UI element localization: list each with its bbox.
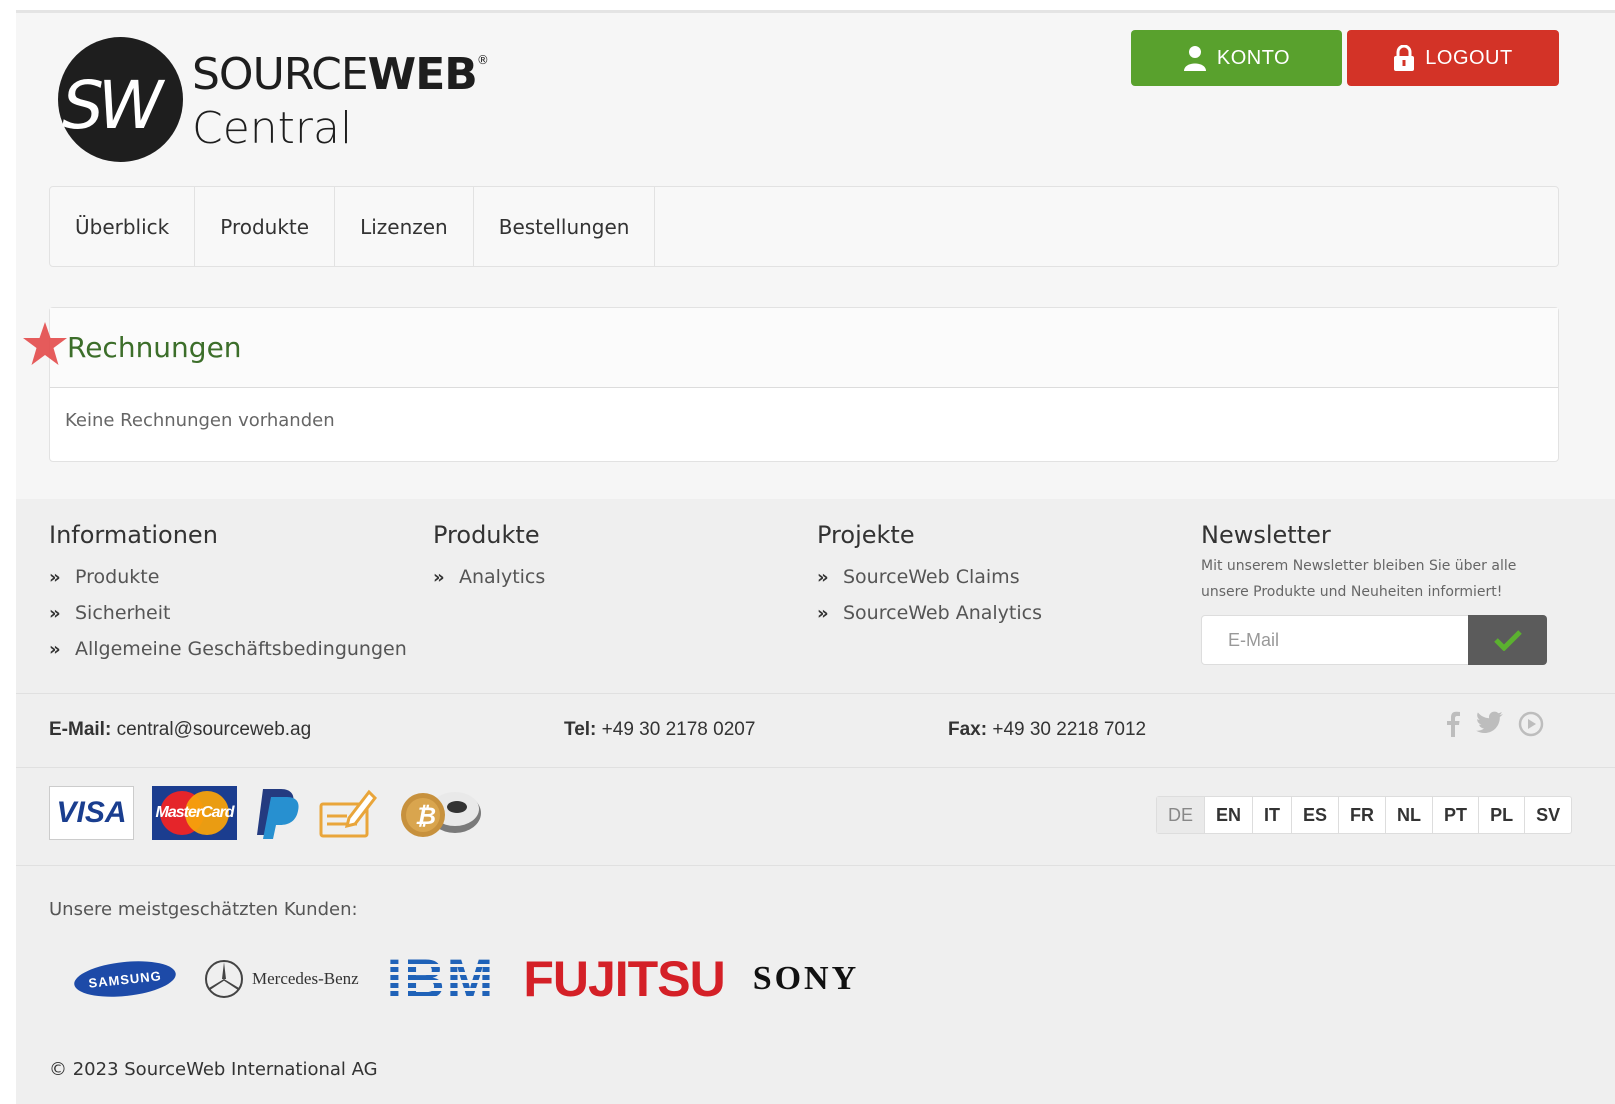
nav-item-produkte[interactable]: Produkte bbox=[195, 187, 336, 266]
sw-monogram: SW bbox=[58, 37, 183, 162]
footer-link-analytics[interactable]: » Analytics bbox=[433, 559, 545, 595]
visa-logo: VISA bbox=[49, 786, 134, 840]
footer-link-sourceweb-claims[interactable]: » SourceWeb Claims bbox=[817, 559, 1042, 595]
double-chevron-icon: » bbox=[49, 602, 61, 624]
invoices-title: Rechnungen bbox=[67, 331, 242, 364]
clients-label: Unsere meistgeschätzten Kunden: bbox=[49, 899, 358, 920]
ibm-logo: IBM bbox=[386, 947, 496, 1010]
copyright: © 2023 SourceWeb International AG bbox=[49, 1059, 378, 1080]
facebook-icon[interactable] bbox=[1446, 711, 1460, 737]
footer-heading-produkte: Produkte bbox=[433, 521, 540, 549]
footer-heading-projekte: Projekte bbox=[817, 521, 915, 549]
invoices-empty-message: Keine Rechnungen vorhanden bbox=[65, 410, 335, 431]
client-logos: SAMSUNG Mercedes-Benz IBM FUJITSU SONY bbox=[72, 939, 860, 1019]
invoices-panel: Rechnungen Keine Rechnungen vorhanden bbox=[49, 307, 1559, 462]
invoices-panel-header: Rechnungen bbox=[50, 308, 1558, 388]
footer-divider bbox=[16, 693, 1615, 694]
paypal-logo bbox=[257, 789, 299, 839]
language-switcher: DE EN IT ES FR NL PT PL SV bbox=[1156, 796, 1573, 834]
konto-button[interactable]: KONTO bbox=[1131, 30, 1342, 86]
fujitsu-logo: FUJITSU bbox=[523, 951, 725, 1007]
twitter-icon[interactable] bbox=[1474, 711, 1504, 737]
contact-email: E-Mail: central@sourceweb.ag bbox=[49, 719, 312, 740]
footer-link-sourceweb-analytics[interactable]: » SourceWeb Analytics bbox=[817, 595, 1042, 631]
nav-item-lizenzen[interactable]: Lizenzen bbox=[335, 187, 474, 266]
double-chevron-icon: » bbox=[433, 566, 445, 588]
konto-label: KONTO bbox=[1216, 46, 1291, 69]
lock-icon bbox=[1394, 45, 1415, 71]
bitcoin-icon: ₿ bbox=[401, 792, 481, 837]
mercedes-star-icon bbox=[205, 960, 243, 998]
double-chevron-icon: » bbox=[49, 638, 61, 660]
footer-link-produkte[interactable]: » Produkte bbox=[49, 559, 407, 595]
lang-nl[interactable]: NL bbox=[1386, 797, 1434, 833]
footer-link-sicherheit[interactable]: » Sicherheit bbox=[49, 595, 407, 631]
footer-col-informationen: Informationen » Produkte » Sicherheit » All… bbox=[49, 521, 407, 667]
sourceweb-logo[interactable]: SW SOURCEWEB® Central bbox=[58, 37, 489, 167]
footer-col-projekte: Projekte » SourceWeb Claims » SourceWeb An… bbox=[817, 521, 1042, 631]
social-links bbox=[1446, 711, 1544, 737]
lang-pl[interactable]: PL bbox=[1479, 797, 1526, 833]
double-chevron-icon: » bbox=[817, 566, 829, 588]
nav-item-bestellungen[interactable]: Bestellungen bbox=[474, 187, 656, 266]
newsletter-email-input[interactable]: E-Mail bbox=[1201, 615, 1469, 665]
lang-en[interactable]: EN bbox=[1205, 797, 1254, 833]
footer-divider bbox=[16, 865, 1615, 866]
main-nav: Überblick Produkte Lizenzen Bestellungen bbox=[49, 186, 1559, 267]
footer-col-newsletter: Newsletter Mit unserem Newsletter bleibe… bbox=[1201, 521, 1561, 665]
logout-label: LOGOUT bbox=[1425, 46, 1513, 69]
lang-es[interactable]: ES bbox=[1292, 797, 1340, 833]
lang-it[interactable]: IT bbox=[1253, 797, 1293, 833]
sony-logo: SONY bbox=[752, 960, 860, 997]
double-chevron-icon: » bbox=[817, 602, 829, 624]
lang-fr[interactable]: FR bbox=[1339, 797, 1387, 833]
contact-tel: Tel: +49 30 2178 0207 bbox=[564, 719, 756, 740]
svg-text:₿: ₿ bbox=[415, 803, 436, 830]
samsung-logo: SAMSUNG bbox=[72, 956, 178, 1002]
brand-name: SOURCEWEB® bbox=[192, 49, 489, 100]
footer-divider bbox=[16, 767, 1615, 768]
mastercard-logo: MasterCard bbox=[152, 786, 237, 840]
footer-link-agb[interactable]: » Allgemeine Geschäftsbedingungen bbox=[49, 631, 407, 667]
newsletter-form: E-Mail bbox=[1201, 615, 1547, 665]
footer-heading-informationen: Informationen bbox=[49, 521, 218, 549]
footer-col-produkte: Produkte » Analytics bbox=[433, 521, 545, 595]
double-chevron-icon: » bbox=[49, 566, 61, 588]
checkmark-icon bbox=[1493, 630, 1522, 651]
brand-subtitle: Central bbox=[192, 103, 353, 154]
footer-heading-newsletter: Newsletter bbox=[1201, 521, 1331, 549]
youtube-icon[interactable] bbox=[1518, 711, 1544, 737]
lang-pt[interactable]: PT bbox=[1433, 797, 1480, 833]
star-marker-icon bbox=[23, 322, 67, 365]
logout-button[interactable]: LOGOUT bbox=[1347, 30, 1559, 86]
footer: Informationen » Produkte » Sicherheit » All… bbox=[16, 499, 1615, 1104]
user-icon bbox=[1183, 46, 1206, 71]
lang-sv[interactable]: SV bbox=[1525, 797, 1571, 833]
page: SW SOURCEWEB® Central KONTO LOGOUT Überb… bbox=[16, 10, 1615, 1104]
contact-email-link[interactable]: central@sourceweb.ag bbox=[117, 719, 312, 740]
contact-fax: Fax: +49 30 2218 7012 bbox=[948, 719, 1147, 740]
invoice-icon bbox=[319, 789, 377, 838]
nav-item-ueberblick[interactable]: Überblick bbox=[50, 187, 196, 266]
newsletter-submit-button[interactable] bbox=[1468, 615, 1547, 665]
mercedes-benz-logo: Mercedes-Benz bbox=[204, 959, 359, 999]
payment-methods: VISA MasterCard ₿ bbox=[49, 785, 485, 841]
newsletter-description: Mit unserem Newsletter bleiben Sie über … bbox=[1201, 558, 1517, 600]
lang-de[interactable]: DE bbox=[1157, 797, 1206, 833]
